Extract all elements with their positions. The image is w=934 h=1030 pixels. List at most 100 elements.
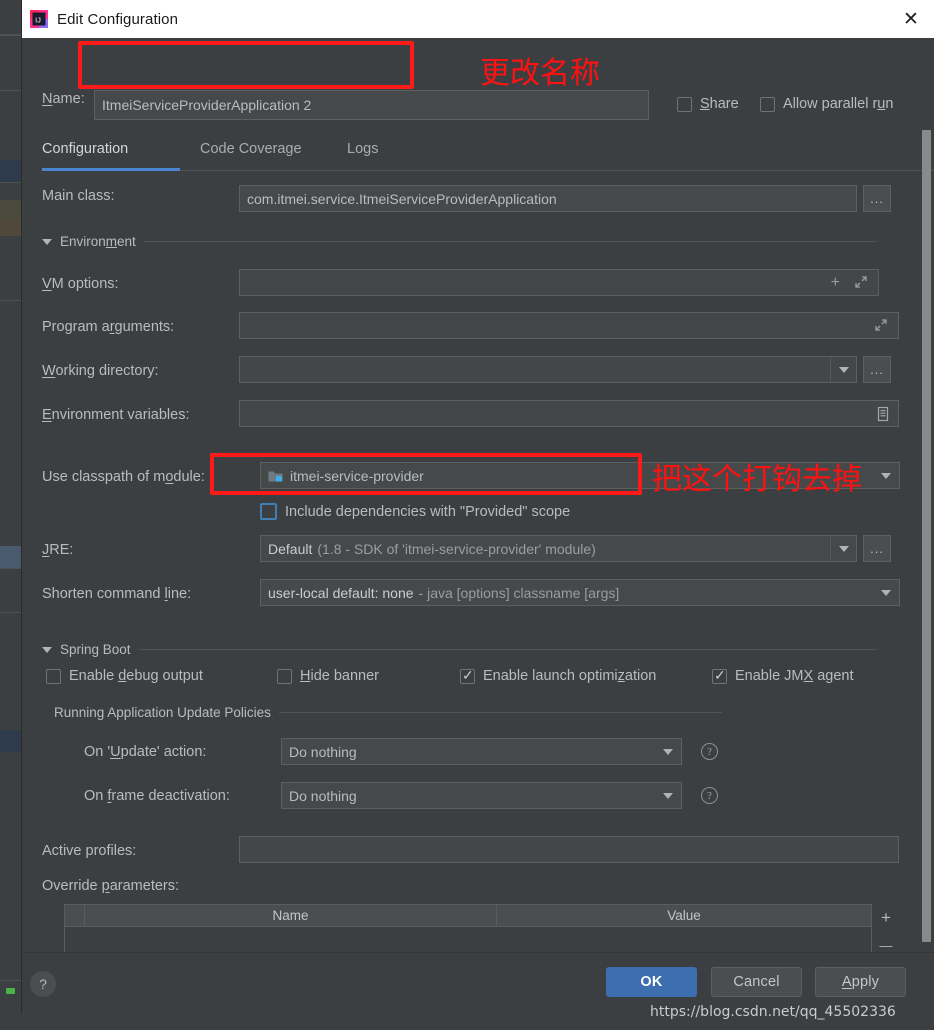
hide-banner-label: Hide banner (300, 668, 380, 684)
annotation-text-name: 更改名称 (480, 56, 600, 91)
program-arguments-label: Program arguments: (42, 319, 175, 335)
expand-icon[interactable] (874, 318, 888, 335)
environment-section-label: Environment (60, 234, 136, 249)
chevron-down-icon (838, 545, 849, 552)
shorten-command-line-dropdown-arrow[interactable] (873, 580, 899, 605)
allow-parallel-run-checkbox[interactable]: Allow parallel run (760, 96, 893, 112)
name-input-value: ItmeiServiceProviderApplication 2 (102, 97, 312, 113)
share-checkbox-label: Share (700, 96, 739, 112)
jre-combo[interactable]: Default (1.8 - SDK of 'itmei-service-pro… (260, 535, 857, 562)
on-frame-deactivation-help-icon[interactable]: ? (701, 787, 718, 804)
list-edit-icon[interactable] (876, 406, 890, 425)
enable-debug-output-checkbox[interactable]: Enable debug output (46, 668, 203, 684)
vm-options-input[interactable]: + (239, 269, 879, 296)
tab-logs[interactable]: Logs (347, 141, 378, 157)
name-label-wrap: Name: (42, 91, 85, 107)
jre-browse-button[interactable]: ... (863, 535, 891, 562)
enable-debug-output-box (46, 668, 61, 684)
shorten-command-line-value: user-local default: none (268, 584, 414, 601)
tab-active-underline (42, 168, 180, 171)
working-directory-input[interactable] (239, 356, 857, 383)
on-frame-deactivation-combo[interactable]: Do nothing (281, 782, 682, 809)
main-class-input[interactable]: com.itmei.service.ItmeiServiceProviderAp… (239, 185, 857, 212)
expand-icon[interactable] (854, 275, 868, 292)
on-update-dropdown-arrow[interactable] (655, 739, 681, 764)
include-provided-dependencies-label: Include dependencies with "Provided" sco… (285, 503, 571, 520)
shorten-command-line-combo[interactable]: user-local default: none - java [options… (260, 579, 900, 606)
program-arguments-label-wrap: Program arguments: (42, 319, 174, 335)
on-update-label: On 'Update' action: (84, 744, 207, 760)
chevron-down-icon (881, 589, 891, 596)
classpath-module-dropdown-arrow[interactable] (873, 463, 899, 488)
jre-dropdown-arrow[interactable] (830, 536, 856, 561)
vm-options-label: VM options: (42, 276, 119, 292)
working-directory-dropdown-arrow[interactable] (830, 357, 856, 382)
override-parameters-label-wrap: Override parameters: (42, 878, 179, 894)
svg-text:IJ: IJ (35, 16, 41, 25)
on-update-combo[interactable]: Do nothing (281, 738, 682, 765)
shorten-command-line-label: Shorten command line: (42, 586, 192, 602)
update-policies-label: Running Application Update Policies (54, 705, 271, 720)
add-parameter-button[interactable]: + (881, 909, 891, 926)
environment-variables-label: Environment variables: (42, 407, 190, 423)
ok-button[interactable]: OK (606, 967, 697, 997)
spring-boot-section[interactable]: Spring Boot (42, 642, 877, 657)
environment-variables-label-wrap: Environment variables: (42, 407, 190, 423)
main-class-label: Main class: (42, 188, 115, 204)
chevron-down-icon (42, 238, 52, 245)
enable-launch-optimization-label: Enable launch optimization (483, 668, 657, 684)
table-col-name[interactable]: Name (85, 905, 497, 926)
plus-icon[interactable]: + (831, 274, 840, 292)
working-directory-label: Working directory: (42, 363, 159, 379)
classpath-module-label: Use classpath of module: (42, 469, 205, 485)
chevron-down-icon (663, 748, 673, 755)
cancel-button[interactable]: Cancel (711, 967, 802, 997)
working-directory-browse-button[interactable]: ... (863, 356, 891, 383)
ide-left-strip (0, 0, 22, 1030)
table-col-index (65, 905, 85, 926)
intellij-idea-icon: IJ (30, 10, 48, 28)
remove-parameter-button[interactable]: — (880, 939, 893, 952)
jre-label-wrap: JRE: (42, 542, 73, 558)
program-arguments-input[interactable] (239, 312, 899, 339)
apply-button[interactable]: Apply (815, 967, 906, 997)
tab-code-coverage[interactable]: Code Coverage (200, 141, 302, 157)
enable-jmx-agent-checkbox[interactable]: Enable JMX agent (712, 667, 854, 684)
hide-banner-checkbox[interactable]: Hide banner (277, 668, 379, 684)
update-policies-rule (278, 712, 722, 713)
allow-parallel-run-label: Allow parallel run (783, 96, 894, 112)
active-profiles-label-wrap: Active profiles: (42, 843, 136, 859)
include-provided-dependencies-checkbox[interactable]: Include dependencies with "Provided" sco… (260, 503, 570, 520)
name-label: Name: (42, 91, 85, 107)
main-class-browse-button[interactable]: ... (863, 185, 891, 212)
name-input[interactable]: ItmeiServiceProviderApplication 2 (94, 90, 649, 120)
close-icon[interactable]: ✕ (888, 0, 934, 38)
edit-configuration-dialog: IJ Edit Configuration ✕ Name: ItmeiServi… (22, 0, 934, 1014)
on-update-value: Do nothing (289, 743, 357, 760)
share-checkbox-box (677, 96, 692, 112)
tab-configuration[interactable]: Configuration (42, 141, 128, 157)
environment-variables-input[interactable] (239, 400, 899, 427)
enable-launch-optimization-checkbox[interactable]: Enable launch optimization (460, 667, 657, 684)
jre-value-detail: (1.8 - SDK of 'itmei-service-provider' m… (317, 540, 596, 557)
table-col-value[interactable]: Value (497, 905, 871, 926)
content-scrollbar[interactable] (922, 130, 931, 942)
environment-section[interactable]: Environment (42, 234, 877, 249)
include-provided-dependencies-box (260, 503, 277, 520)
on-frame-deactivation-dropdown-arrow[interactable] (655, 783, 681, 808)
shorten-command-line-label-wrap: Shorten command line: (42, 586, 191, 602)
override-parameters-label: Override parameters: (42, 878, 180, 894)
spring-boot-section-rule (138, 649, 877, 650)
table-header-row: Name Value (65, 905, 871, 927)
main-class-label-wrap: Main class: (42, 188, 115, 204)
share-checkbox[interactable]: Share (677, 96, 739, 112)
tab-bar: Configuration Code Coverage Logs (22, 138, 934, 171)
environment-section-rule (143, 241, 877, 242)
active-profiles-label: Active profiles: (42, 843, 137, 859)
enable-debug-output-label: Enable debug output (69, 668, 203, 684)
on-update-label-wrap: On 'Update' action: (84, 744, 206, 760)
chevron-down-icon (42, 646, 52, 653)
help-button[interactable]: ? (30, 971, 56, 997)
on-update-help-icon[interactable]: ? (701, 743, 718, 760)
active-profiles-input[interactable] (239, 836, 899, 863)
